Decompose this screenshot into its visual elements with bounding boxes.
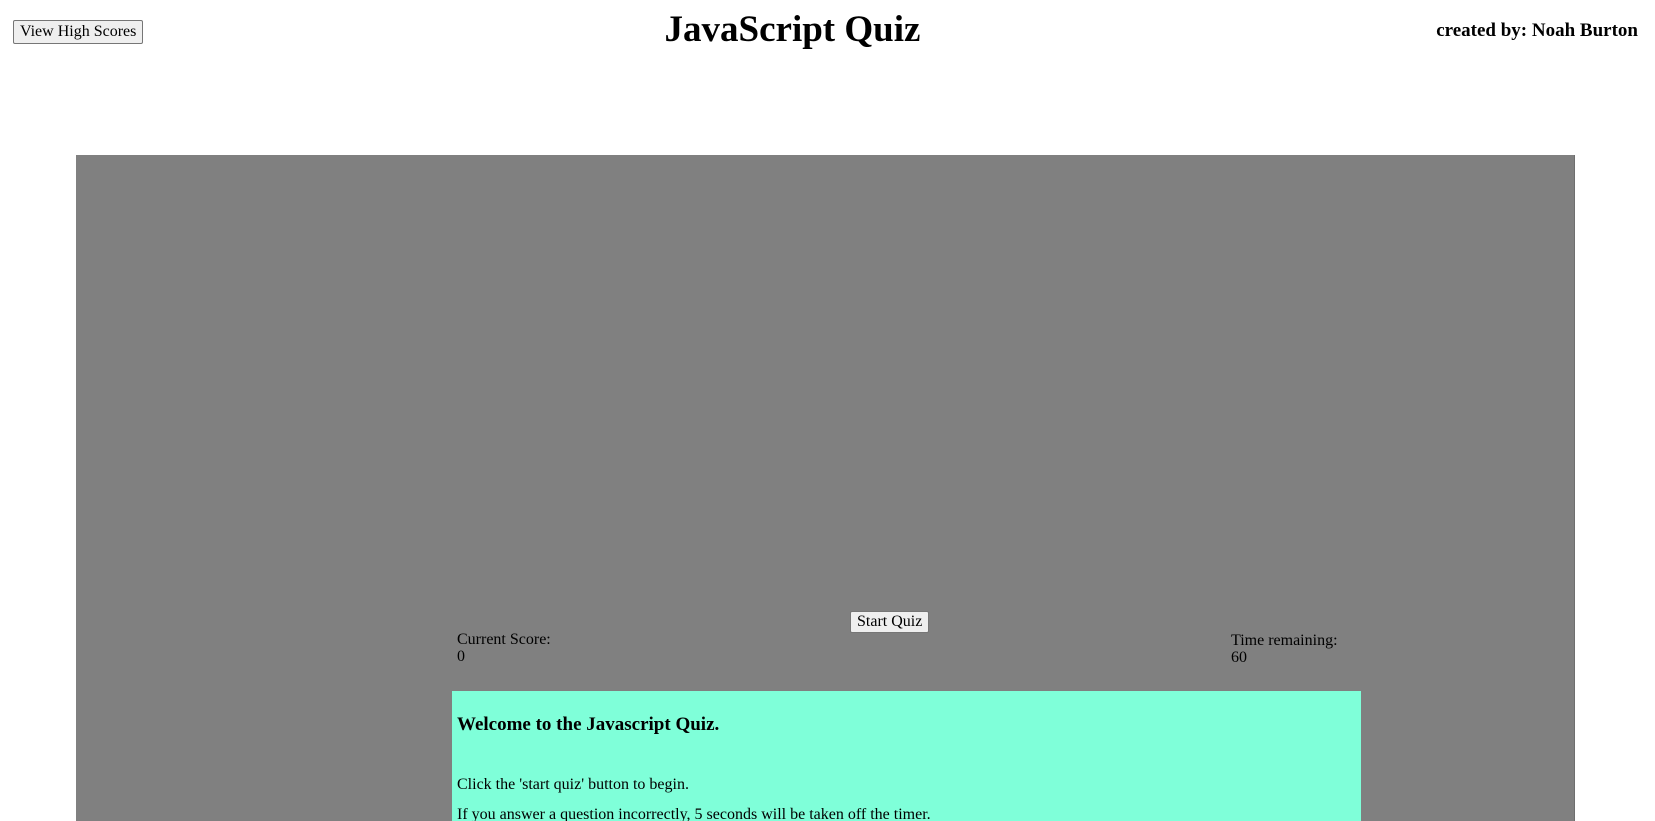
- page: View High Scores JavaScript Quiz created…: [0, 0, 1655, 821]
- instruction-penalty: If you answer a question incorrectly, 5 …: [457, 806, 931, 821]
- instruction-start: Click the 'start quiz' button to begin.: [457, 776, 689, 793]
- current-score-label: Current Score:: [457, 631, 551, 648]
- header: View High Scores JavaScript Quiz created…: [0, 0, 1655, 60]
- start-quiz-button[interactable]: Start Quiz: [850, 611, 930, 633]
- page-title: JavaScript Quiz: [664, 9, 921, 50]
- time-remaining-label: Time remaining:: [1231, 632, 1338, 649]
- quiz-container: Start Quiz Current Score: 0 Time remaini…: [76, 155, 1575, 821]
- time-remaining: Time remaining: 60: [1231, 632, 1338, 666]
- current-score: Current Score: 0: [457, 631, 551, 665]
- author-credit: created by: Noah Burton: [1436, 20, 1638, 41]
- time-remaining-value: 60: [1231, 649, 1247, 666]
- welcome-box: Welcome to the Javascript Quiz. Click th…: [452, 691, 1361, 821]
- current-score-value: 0: [457, 648, 465, 665]
- welcome-heading: Welcome to the Javascript Quiz.: [457, 714, 720, 735]
